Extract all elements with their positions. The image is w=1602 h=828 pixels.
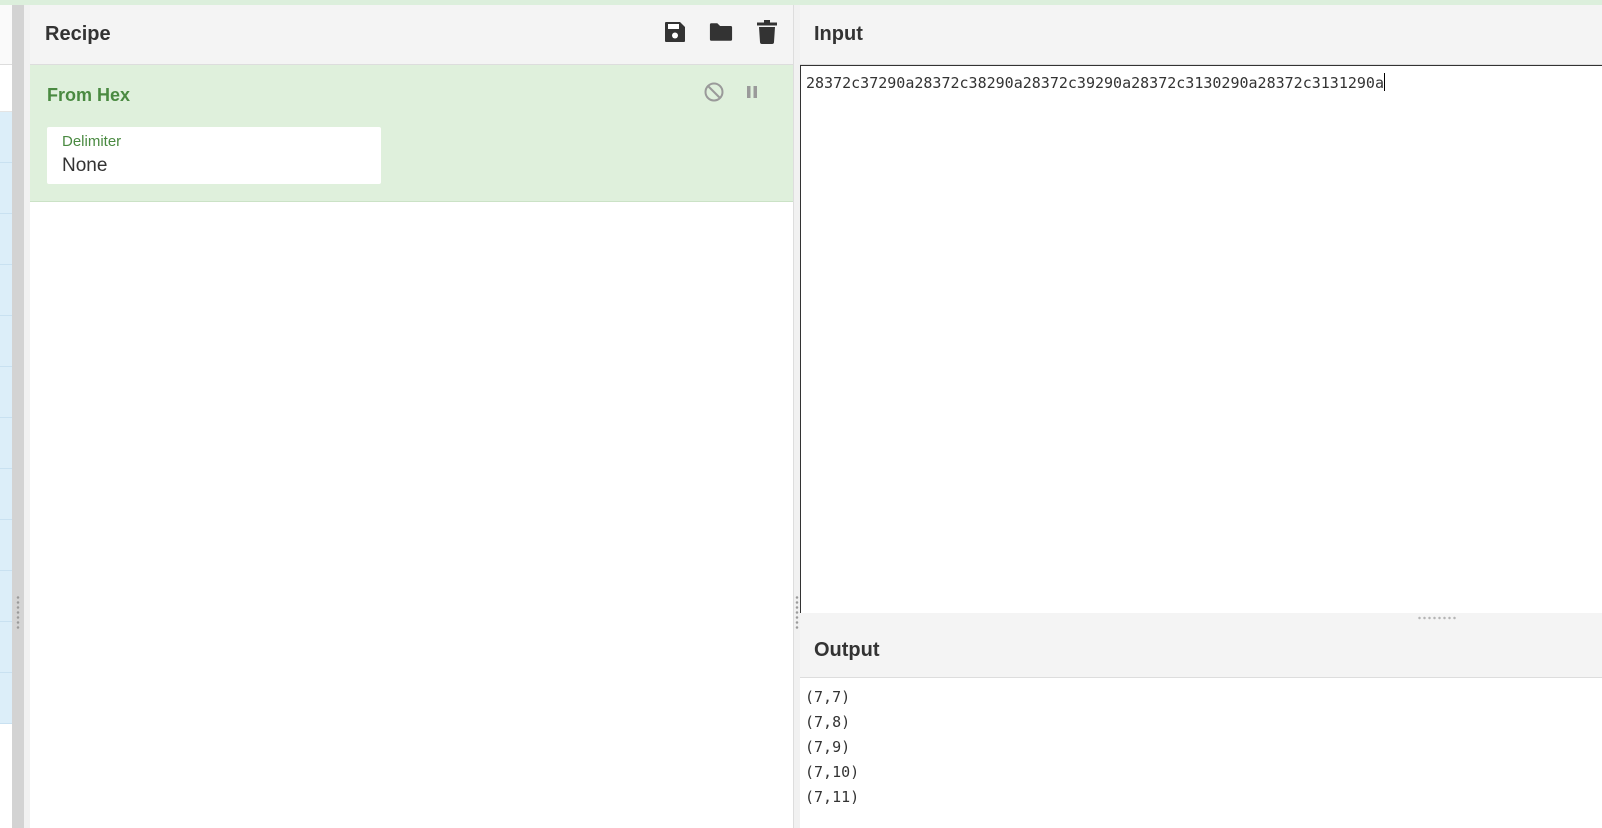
operation-list-item[interactable]: [0, 418, 12, 469]
resize-handle[interactable]: [1417, 616, 1457, 620]
trash-icon[interactable]: [755, 19, 779, 45]
operation-list-item[interactable]: [0, 112, 12, 163]
input-title: Input: [814, 23, 863, 45]
input-text: 28372c37290a28372c38290a28372c39290a2837…: [806, 74, 1384, 92]
operation-controls: [703, 81, 763, 103]
output-panel: Output (7,7) (7,8) (7,9) (7,10) (7,11): [800, 623, 1602, 828]
operations-panel: [0, 5, 12, 828]
output-line: (7,10): [805, 763, 860, 781]
operations-search-row[interactable]: [0, 65, 12, 112]
output-line: (7,11): [805, 788, 860, 806]
output-line: (7,9): [805, 738, 851, 756]
operation-list-item[interactable]: [0, 265, 12, 316]
delimiter-field[interactable]: Delimiter None: [47, 127, 381, 184]
input-header: Input: [800, 5, 1602, 65]
operation-list-item[interactable]: [0, 571, 12, 622]
operation-list-item[interactable]: [0, 163, 12, 214]
output-line: (7,7): [805, 688, 851, 706]
operation-list-item[interactable]: [0, 214, 12, 265]
disable-icon[interactable]: [703, 81, 725, 103]
output-text-area[interactable]: (7,7) (7,8) (7,9) (7,10) (7,11): [800, 678, 1602, 817]
operation-list-item[interactable]: [0, 520, 12, 571]
resize-handle[interactable]: [795, 595, 799, 631]
input-panel: Input 28372c37290a28372c38290a28372c3929…: [800, 5, 1602, 617]
operation-list-item[interactable]: [0, 622, 12, 673]
operation-list-item[interactable]: [0, 367, 12, 418]
recipe-toolbar: [663, 19, 779, 45]
recipe-title: Recipe: [45, 23, 111, 45]
operations-header: [0, 5, 12, 65]
output-line: (7,8): [805, 713, 851, 731]
output-header: Output: [800, 623, 1602, 678]
recipe-header: Recipe: [30, 5, 793, 65]
pause-icon[interactable]: [741, 81, 763, 103]
recipe-panel: Recipe From Hex Delimiter None: [30, 5, 794, 828]
save-icon[interactable]: [663, 19, 687, 45]
text-caret: [1383, 73, 1385, 91]
delimiter-label: Delimiter: [62, 133, 122, 150]
output-title: Output: [814, 638, 880, 661]
input-textarea[interactable]: 28372c37290a28372c38290a28372c39290a2837…: [800, 65, 1602, 615]
delimiter-value[interactable]: None: [62, 154, 366, 178]
operation-list-item[interactable]: [0, 469, 12, 520]
operation-list-item[interactable]: [0, 673, 12, 724]
recipe-operation-from-hex[interactable]: From Hex Delimiter None: [30, 65, 793, 202]
resize-handle[interactable]: [16, 595, 20, 631]
io-resize-gutter[interactable]: [800, 613, 1602, 623]
operation-list-item[interactable]: [0, 316, 12, 367]
left-resize-gutter[interactable]: [12, 5, 24, 828]
operation-name: From Hex: [47, 85, 131, 105]
folder-icon[interactable]: [709, 19, 733, 45]
